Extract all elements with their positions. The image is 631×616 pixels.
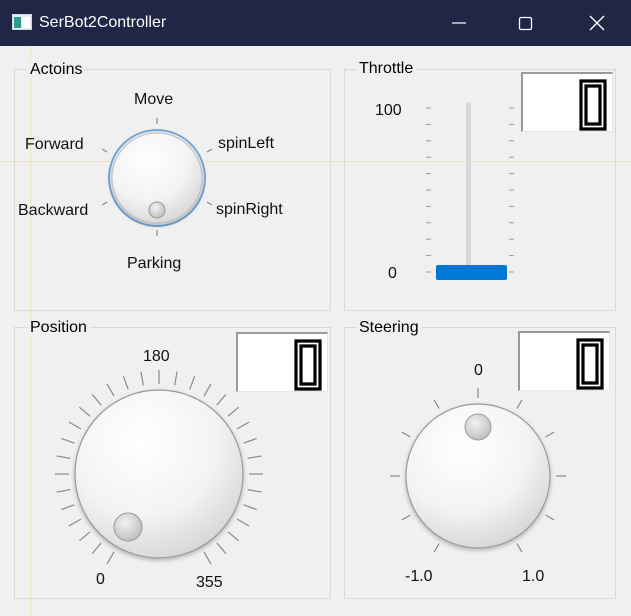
position-tick bbox=[174, 371, 178, 386]
maximize-icon bbox=[518, 16, 533, 31]
close-icon bbox=[589, 15, 605, 31]
actions-knob-indicator bbox=[148, 201, 166, 219]
actions-dial[interactable] bbox=[95, 115, 219, 239]
lcd-digit-zero bbox=[576, 338, 604, 390]
position-tick bbox=[243, 504, 257, 511]
minimize-icon bbox=[452, 22, 466, 24]
position-tick bbox=[247, 455, 262, 459]
steering-tick bbox=[401, 431, 411, 438]
actions-tick bbox=[101, 148, 108, 153]
position-tick bbox=[106, 551, 115, 565]
position-dial[interactable] bbox=[44, 360, 274, 580]
lcd-digit-zero bbox=[579, 79, 607, 131]
steering-tick bbox=[433, 399, 440, 409]
steering-lcd-display: 0 bbox=[518, 331, 610, 391]
position-tick bbox=[216, 393, 227, 406]
position-tick bbox=[236, 518, 250, 527]
throttle-slider-handle[interactable] bbox=[436, 265, 507, 280]
position-tick bbox=[78, 406, 91, 417]
throttle-min-label: 0 bbox=[388, 265, 397, 282]
title-bar: SerBot2Controller bbox=[0, 0, 631, 46]
position-tick bbox=[122, 376, 129, 390]
steering-tick bbox=[516, 543, 523, 553]
minimize-button[interactable] bbox=[436, 0, 482, 46]
steering-label-0: 0 bbox=[474, 362, 483, 379]
position-tick bbox=[61, 437, 75, 444]
position-tick bbox=[227, 406, 240, 417]
actions-tick bbox=[101, 201, 108, 206]
action-label-spinright: spinRight bbox=[216, 201, 283, 218]
position-tick bbox=[203, 551, 212, 565]
steering-knob-indicator bbox=[464, 413, 492, 441]
steering-tick bbox=[545, 431, 555, 438]
actions-tick bbox=[206, 148, 213, 153]
position-label-0: 0 bbox=[96, 571, 105, 588]
steering-tick bbox=[516, 399, 523, 409]
position-tick bbox=[236, 421, 250, 430]
position-lcd-value: 0 bbox=[238, 334, 239, 335]
position-tick bbox=[189, 376, 196, 390]
position-tick bbox=[203, 383, 212, 397]
position-label-355: 355 bbox=[196, 574, 223, 591]
action-label-backward: Backward bbox=[18, 202, 89, 219]
position-tick bbox=[68, 421, 82, 430]
steering-dial[interactable] bbox=[384, 385, 574, 565]
position-tick bbox=[216, 542, 227, 555]
steering-lcd-value: 0 bbox=[520, 333, 521, 334]
position-tick bbox=[91, 393, 102, 406]
position-tick bbox=[68, 518, 82, 527]
position-knob[interactable] bbox=[74, 389, 244, 559]
close-button[interactable] bbox=[574, 0, 620, 46]
action-label-forward: Forward bbox=[25, 136, 84, 153]
lcd-digit-zero bbox=[294, 339, 322, 391]
actions-tick bbox=[206, 201, 213, 206]
position-tick bbox=[106, 383, 115, 397]
throttle-max-label: 100 bbox=[375, 102, 402, 119]
action-label-move: Move bbox=[134, 91, 174, 108]
actions-group-title: Actoins bbox=[27, 61, 86, 79]
steering-label-min: -1.0 bbox=[405, 568, 433, 585]
action-label-spinleft: spinLeft bbox=[218, 135, 275, 152]
throttle-slider-track bbox=[466, 102, 471, 274]
position-tick bbox=[56, 455, 71, 459]
steering-label-max: 1.0 bbox=[522, 568, 545, 585]
app-icon bbox=[12, 14, 32, 30]
position-label-180: 180 bbox=[143, 348, 170, 365]
steering-tick bbox=[433, 543, 440, 553]
window-title: SerBot2Controller bbox=[39, 14, 167, 31]
position-tick bbox=[227, 531, 240, 542]
throttle-lcd-display: 0 bbox=[521, 72, 613, 132]
position-tick bbox=[91, 542, 102, 555]
throttle-group-title: Throttle bbox=[356, 60, 417, 78]
steering-tick bbox=[545, 514, 555, 521]
position-tick bbox=[61, 504, 75, 511]
position-tick bbox=[140, 371, 144, 386]
position-group-title: Position bbox=[27, 319, 90, 337]
maximize-button[interactable] bbox=[502, 0, 548, 46]
position-tick bbox=[78, 531, 91, 542]
position-tick bbox=[56, 489, 71, 493]
steering-group-title: Steering bbox=[356, 319, 422, 337]
position-knob-indicator bbox=[113, 512, 143, 542]
steering-tick bbox=[401, 514, 411, 521]
action-label-parking: Parking bbox=[127, 255, 182, 272]
position-tick bbox=[247, 489, 262, 493]
throttle-lcd-value: 0 bbox=[523, 74, 524, 75]
position-tick bbox=[243, 437, 257, 444]
